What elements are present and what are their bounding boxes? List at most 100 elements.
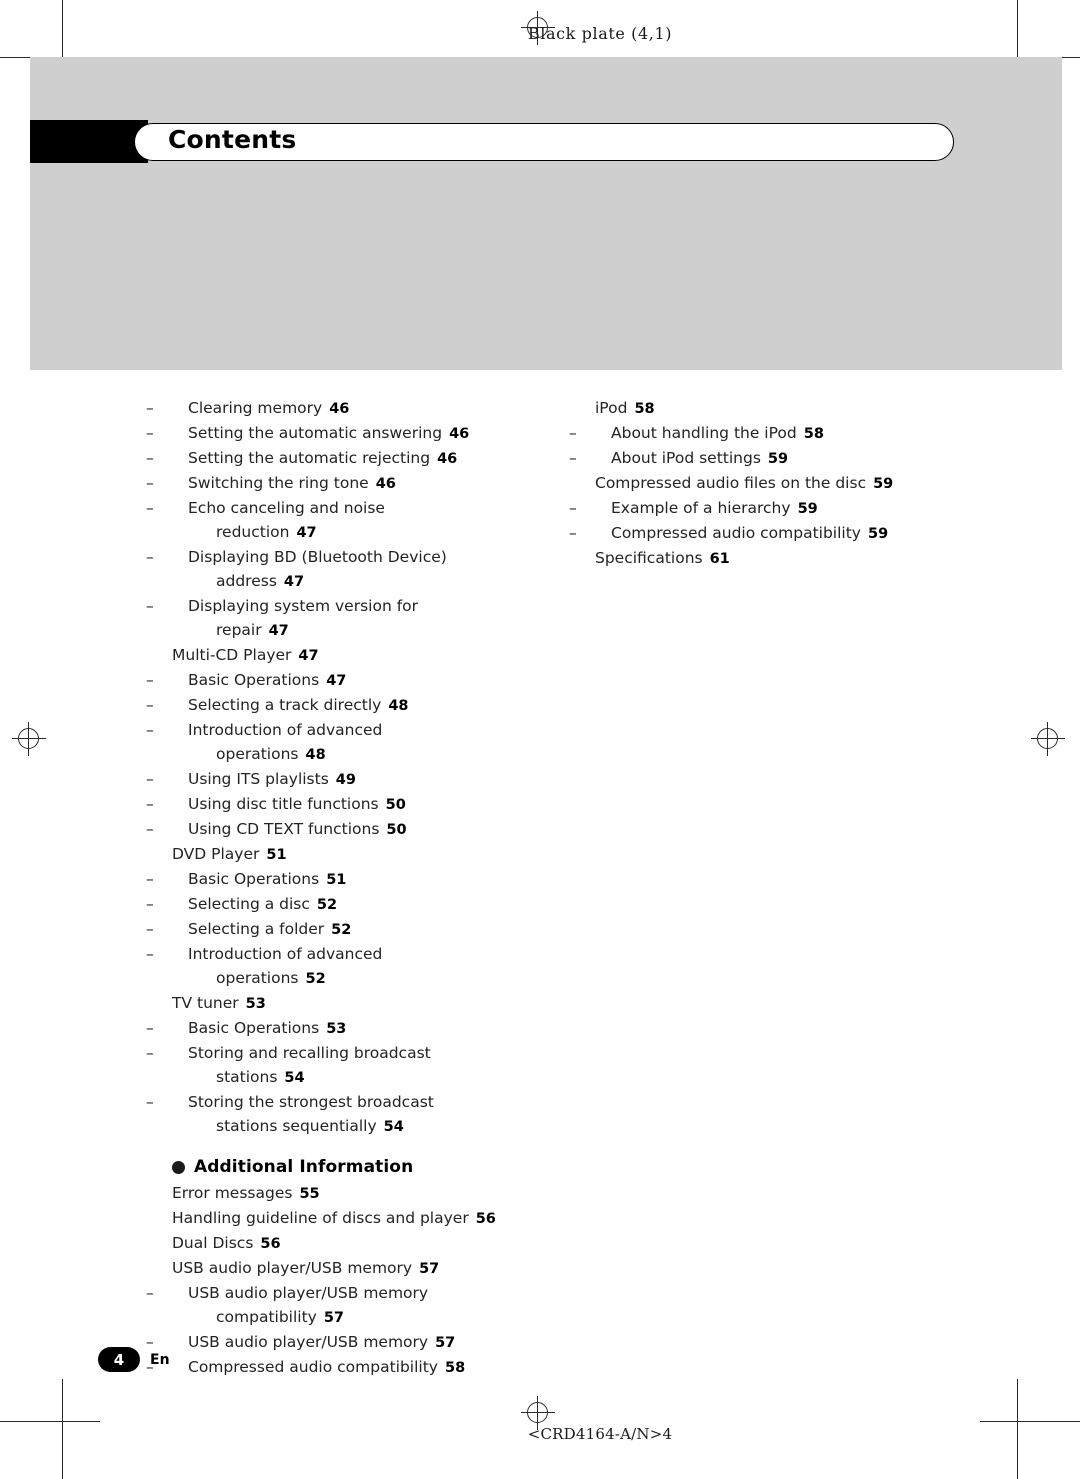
toc-dash-icon: – — [146, 795, 154, 813]
toc-entry-page: 57 — [419, 1261, 440, 1277]
toc-entry-page: 51 — [326, 872, 347, 888]
toc-entry[interactable]: Dual Discs 56 — [172, 1231, 572, 1256]
registration-mark-left-icon — [12, 722, 46, 756]
toc-entry-label: Compressed audio compatibility — [188, 1358, 438, 1376]
toc-entry-page: 54 — [284, 1070, 305, 1086]
toc-entry[interactable]: – About iPod settings 59 — [569, 446, 1015, 471]
toc-entry[interactable]: – Storing the strongest broadcast — [146, 1090, 572, 1114]
toc-entry-label: address — [216, 572, 277, 590]
toc-dash-icon: – — [146, 945, 154, 963]
toc-entry-label: iPod — [595, 399, 628, 417]
toc-entry[interactable]: Error messages 55 — [172, 1181, 572, 1206]
toc-entry-page: 49 — [335, 772, 356, 788]
toc-entry-label: Using CD TEXT functions — [188, 820, 380, 838]
toc-entry-page: 57 — [323, 1310, 345, 1326]
footer-code-text: <CRD4164-A/N>4 — [527, 1425, 673, 1443]
toc-entry[interactable]: – Using disc title functions 50 — [146, 792, 572, 817]
toc-entry[interactable]: – Setting the automatic rejecting 46 — [146, 446, 572, 471]
toc-entry[interactable]: – Echo canceling and noise — [146, 496, 572, 520]
toc-entry[interactable]: – Compressed audio compatibility 58 — [146, 1355, 572, 1380]
toc-entry-label: Example of a hierarchy — [611, 499, 791, 517]
toc-entry-label: Displaying system version for — [188, 597, 419, 615]
toc-entry[interactable]: Handling guideline of discs and player 56 — [172, 1206, 572, 1231]
toc-entry[interactable]: DVD Player 51 — [172, 842, 572, 867]
toc-entry-label: Echo canceling and noise — [188, 499, 385, 517]
toc-entry[interactable]: – Using CD TEXT functions 50 — [146, 817, 572, 842]
chapter-tab — [30, 120, 148, 163]
toc-entry-page: 58 — [803, 426, 824, 442]
footer-code: <CRD4164-A/N>4 — [0, 1425, 1080, 1443]
toc-entry[interactable]: – Basic Operations 53 — [146, 1016, 572, 1041]
toc-entry-page: 48 — [305, 747, 326, 763]
toc-entry-label: Compressed audio files on the disc — [595, 474, 867, 492]
toc-entry[interactable]: USB audio player/USB memory 57 — [172, 1256, 572, 1281]
toc-dash-icon: – — [146, 870, 154, 888]
registration-mark-right-icon — [1031, 722, 1065, 756]
toc-entry[interactable]: – Displaying system version for — [146, 594, 572, 618]
toc-entry[interactable]: – Example of a hierarchy 59 — [569, 496, 1015, 521]
toc-entry-page: 52 — [305, 971, 326, 987]
plate-label-text: Black plate (4,1) — [527, 24, 673, 43]
toc-entry[interactable]: – Setting the automatic answering 46 — [146, 421, 572, 446]
toc-entry[interactable]: Specifications 61 — [595, 546, 1015, 571]
toc-dash-icon: – — [146, 721, 154, 739]
toc-entry[interactable]: – Switching the ring tone 46 — [146, 471, 572, 496]
header-band — [30, 57, 1062, 370]
toc-entry[interactable]: – Storing and recalling broadcast — [146, 1041, 572, 1065]
toc-entry[interactable]: – Selecting a track directly 48 — [146, 693, 572, 718]
toc-entry-page: 59 — [797, 501, 818, 517]
toc-entry[interactable]: stations sequentially 54 — [172, 1114, 572, 1139]
toc-entry[interactable]: repair 47 — [172, 618, 572, 643]
toc-entry-page: 57 — [435, 1335, 456, 1351]
toc-entry[interactable]: – Clearing memory 46 — [146, 396, 572, 421]
toc-entry[interactable]: address 47 — [172, 569, 572, 594]
toc-entry[interactable]: Compressed audio files on the disc 59 — [595, 471, 1015, 496]
toc-entry[interactable]: – Selecting a folder 52 — [146, 917, 572, 942]
toc-entry[interactable]: – Using ITS playlists 49 — [146, 767, 572, 792]
toc-entry-page: 51 — [266, 847, 287, 863]
toc-entry[interactable]: TV tuner 53 — [172, 991, 572, 1016]
toc-entry[interactable]: reduction 47 — [172, 520, 572, 545]
toc-entry-page: 50 — [385, 797, 406, 813]
toc-entry[interactable]: stations 54 — [172, 1065, 572, 1090]
toc-dash-icon: – — [146, 820, 154, 838]
toc-entry[interactable]: – Selecting a disc 52 — [146, 892, 572, 917]
toc-entry-label: stations sequentially — [216, 1117, 377, 1135]
toc-entry[interactable]: operations 48 — [172, 742, 572, 767]
toc-entry[interactable]: – Introduction of advanced — [146, 942, 572, 966]
toc-entry-page: 46 — [437, 451, 458, 467]
toc-entry[interactable]: – About handling the iPod 58 — [569, 421, 1015, 446]
toc-entry-label: Storing the strongest broadcast — [188, 1093, 434, 1111]
toc-dash-icon: – — [146, 696, 154, 714]
toc-entry[interactable]: – USB audio player/USB memory 57 — [146, 1330, 572, 1355]
toc-entry[interactable]: compatibility 57 — [172, 1305, 572, 1330]
page-footer: 4 En — [98, 1347, 170, 1372]
crop-mark-bottom-left-horizontal — [0, 1421, 100, 1422]
toc-entry[interactable]: Multi-CD Player 47 — [172, 643, 572, 668]
toc-entry[interactable]: iPod 58 — [595, 396, 1015, 421]
toc-entry-page: 46 — [329, 401, 350, 417]
toc-entry-label: Storing and recalling broadcast — [188, 1044, 431, 1062]
crop-mark-bottom-right-horizontal — [980, 1421, 1080, 1422]
toc-entry-label: DVD Player — [172, 845, 260, 863]
toc-entry-label: Using disc title functions — [188, 795, 379, 813]
toc-entry[interactable]: – Displaying BD (Bluetooth Device) — [146, 545, 572, 569]
toc-entry-label: Compressed audio compatibility — [611, 524, 861, 542]
section-heading-label: Additional Information — [194, 1157, 414, 1177]
toc-entry-page: 56 — [260, 1236, 281, 1252]
toc-entry[interactable]: – Basic Operations 51 — [146, 867, 572, 892]
toc-entry-page: 58 — [444, 1360, 466, 1376]
toc-entry-label: TV tuner — [172, 994, 239, 1012]
toc-entry-label: About iPod settings — [611, 449, 761, 467]
toc-entry-label: operations — [216, 969, 299, 987]
toc-entry[interactable]: operations 52 — [172, 966, 572, 991]
toc-entry[interactable]: – Introduction of advanced — [146, 718, 572, 742]
toc-entry[interactable]: – Basic Operations 47 — [146, 668, 572, 693]
toc-dash-icon: – — [146, 474, 154, 492]
toc-entry-page: 46 — [375, 476, 396, 492]
toc-entry[interactable]: – Compressed audio compatibility 59 — [569, 521, 1015, 546]
section-bullet-icon — [172, 1160, 185, 1174]
toc-entry-page: 52 — [316, 897, 338, 913]
toc-entry-page: 61 — [709, 551, 730, 567]
toc-entry[interactable]: – USB audio player/USB memory — [146, 1281, 572, 1305]
